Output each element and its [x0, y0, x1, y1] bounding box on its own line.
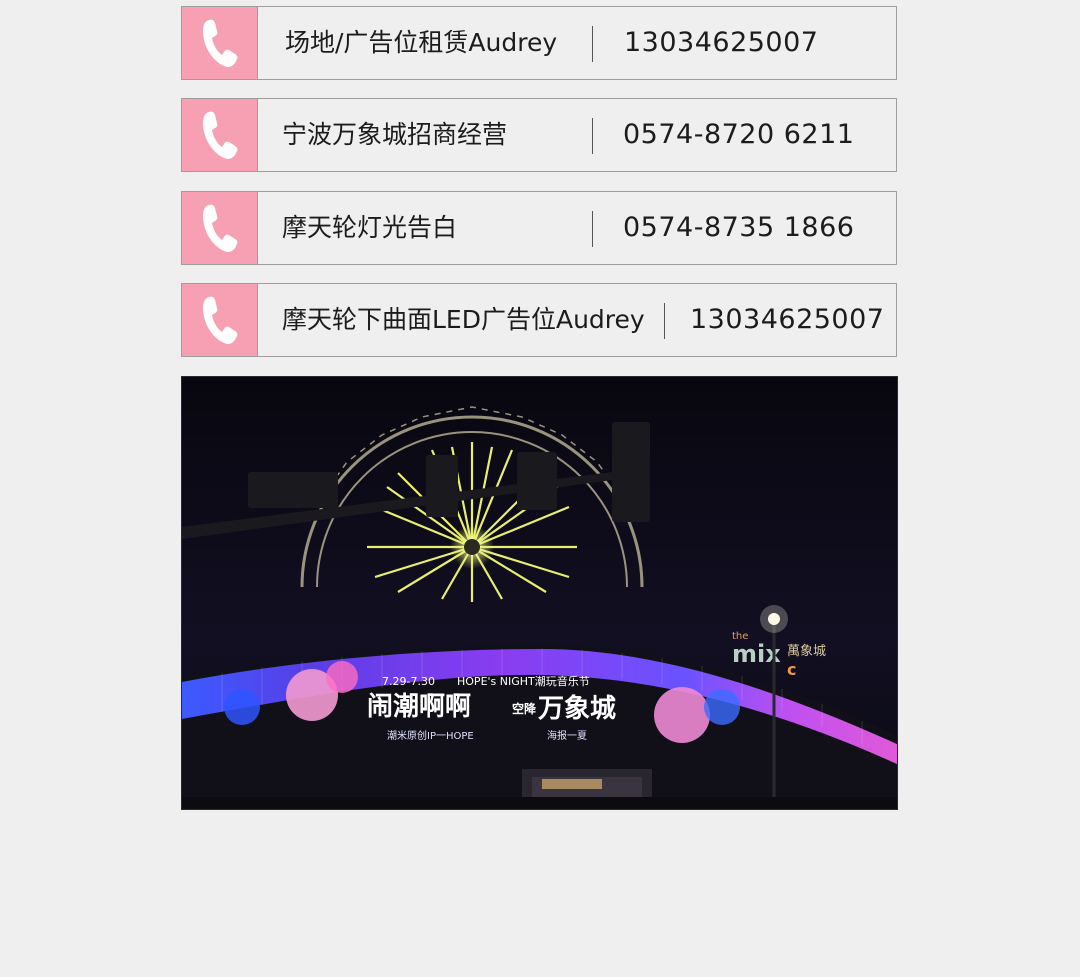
contact-row-led-ad-slot[interactable]: 摩天轮下曲面LED广告位Audrey 13034625007: [181, 283, 897, 357]
contact-label: 宁波万象城招商经营: [282, 120, 508, 149]
divider: [664, 303, 665, 339]
led-event: HOPE's NIGHT潮玩音乐节: [457, 674, 590, 688]
contact-phone-number[interactable]: 13034625007: [624, 7, 818, 79]
led-sub-left: 潮米原创IP一HOPE: [387, 729, 474, 742]
contact-label: 摩天轮下曲面LED广告位Audrey: [282, 305, 645, 334]
contact-phone-number[interactable]: 13034625007: [690, 284, 884, 356]
divider: [592, 118, 593, 154]
contact-row-ferris-wheel-lighting[interactable]: 摩天轮灯光告白 0574-8735 1866: [181, 191, 897, 265]
contact-row-leasing[interactable]: 宁波万象城招商经营 0574-8720 6211: [181, 98, 897, 172]
contact-row-venue-rental[interactable]: 场地/广告位租赁Audrey 13034625007: [181, 6, 897, 80]
led-headline: 闹潮啊啊: [367, 692, 471, 722]
divider: [592, 211, 593, 247]
contact-label: 摩天轮灯光告白: [282, 213, 458, 242]
contact-phone-number[interactable]: 0574-8735 1866: [623, 192, 854, 264]
phone-icon: [182, 7, 258, 79]
mall-night-illustration: 7.29-7.30 HOPE's NIGHT潮玩音乐节 闹潮啊啊 空降 万象城 …: [182, 377, 897, 809]
phone-icon: [182, 284, 258, 356]
phone-icon: [182, 99, 258, 171]
led-date: 7.29-7.30: [382, 675, 435, 688]
contact-label: 场地/广告位租赁Audrey: [285, 28, 558, 57]
svg-text:萬象城: 萬象城: [787, 644, 826, 659]
led-side: 空降: [512, 701, 537, 716]
led-headline-2: 万象城: [538, 693, 616, 724]
led-sub-right: 海报一夏: [547, 729, 587, 742]
contact-phone-number[interactable]: 0574-8720 6211: [623, 99, 854, 171]
divider: [592, 26, 593, 62]
phone-icon: [182, 192, 258, 264]
mall-night-photo: 7.29-7.30 HOPE's NIGHT潮玩音乐节 闹潮啊啊 空降 万象城 …: [181, 376, 898, 810]
svg-text:c: c: [787, 660, 796, 679]
